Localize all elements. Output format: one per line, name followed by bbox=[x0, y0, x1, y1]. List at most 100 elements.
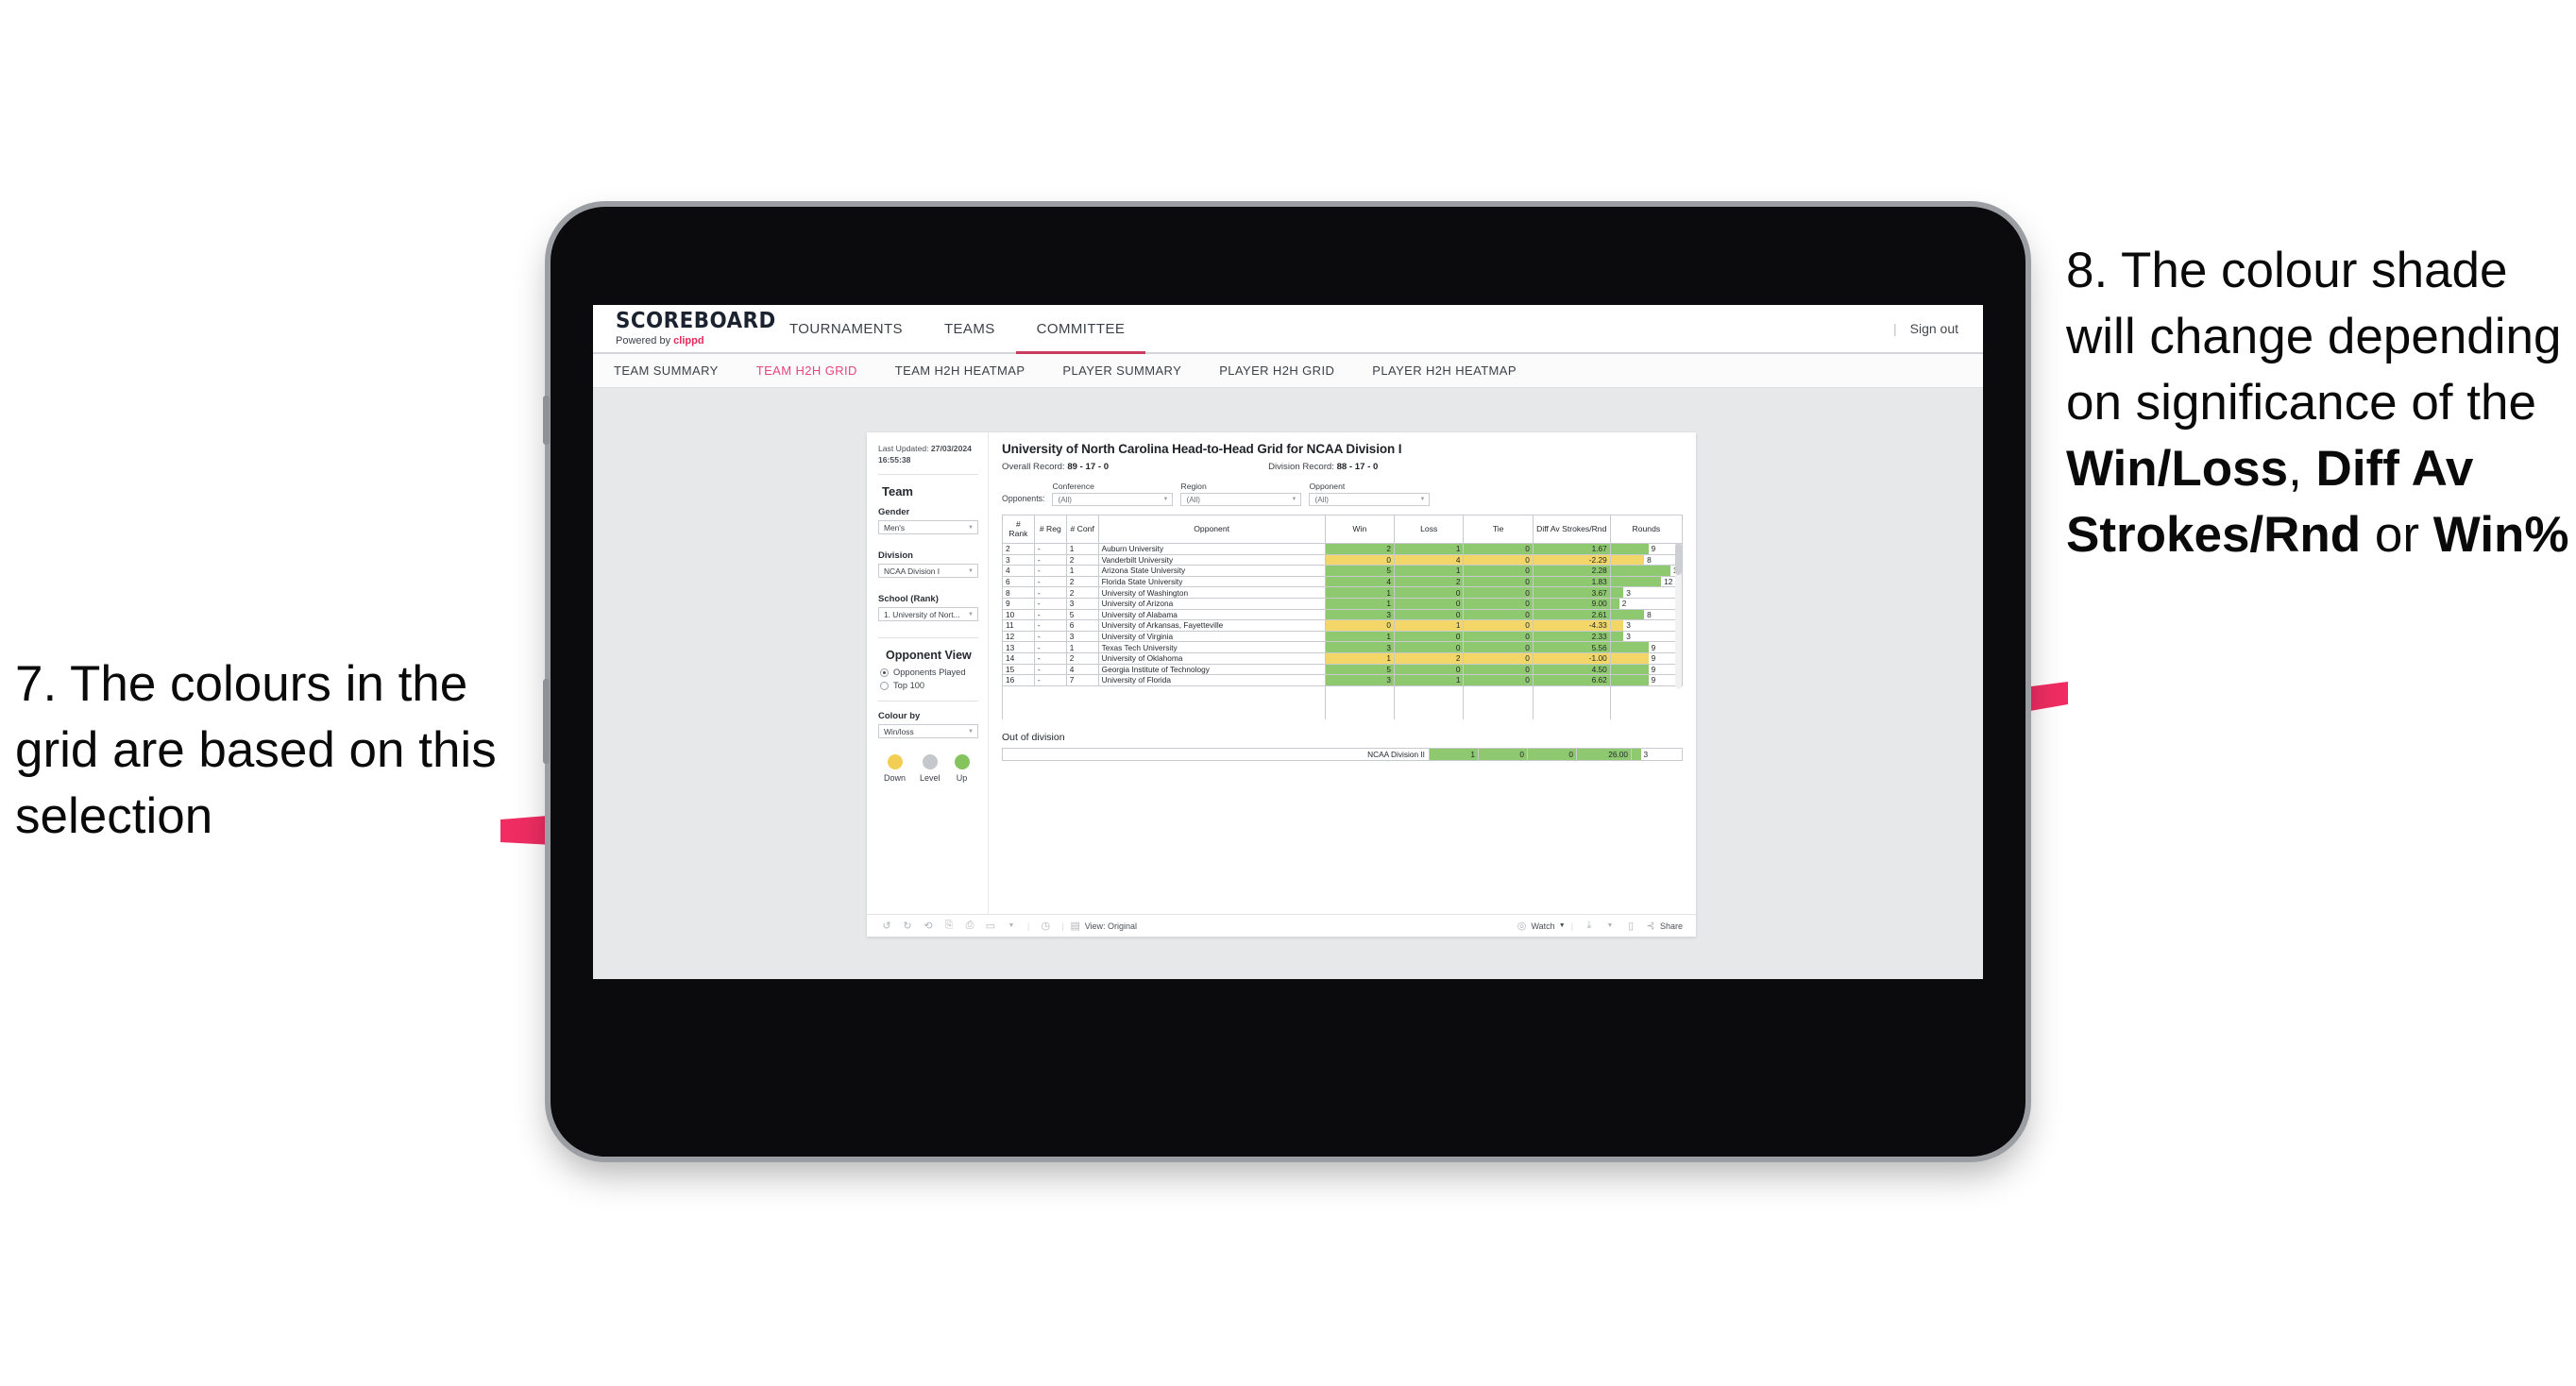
opponent-select[interactable]: (All) ▼ bbox=[1309, 493, 1431, 506]
table-row[interactable]: 10-5 University of Alabama 3 0 0 2.61 8 bbox=[1002, 608, 1684, 621]
table-row[interactable]: 2-1 Auburn University 2 1 0 1.67 9 bbox=[1002, 543, 1684, 555]
toolbar-divider-1: | bbox=[1027, 921, 1030, 931]
legend-label-up: Up bbox=[956, 773, 968, 784]
col-win[interactable]: Win bbox=[1324, 515, 1396, 544]
cell-loss: 1 bbox=[1394, 674, 1465, 686]
opponent-label: Opponent bbox=[1309, 482, 1346, 491]
cell-conf: 2 bbox=[1065, 575, 1099, 588]
cell-rank: 11 bbox=[1002, 619, 1035, 632]
chevron-down-icon[interactable]: ▼ bbox=[1600, 922, 1620, 929]
nav-teams[interactable]: TEAMS bbox=[924, 305, 1016, 352]
pause-updates-icon[interactable]: ⎙ bbox=[959, 920, 980, 932]
share-button[interactable]: ⊰ Share bbox=[1645, 920, 1683, 932]
table-row[interactable]: 16-7 University of Florida 3 1 0 6.62 9 bbox=[1002, 674, 1684, 686]
cell-loss: 0 bbox=[1394, 663, 1465, 676]
cell-opponent: University of Virginia bbox=[1097, 630, 1326, 643]
watch-button[interactable]: ◎ Watch ▼ bbox=[1517, 920, 1566, 932]
table-row[interactable]: 15-4 Georgia Institute of Technology 5 0 0 4.… bbox=[1002, 663, 1684, 676]
colour-by-select[interactable]: Win/loss ▼ bbox=[878, 724, 978, 739]
device-preview-icon[interactable]: ▯ bbox=[1620, 920, 1641, 932]
subnav-player-h2h-grid[interactable]: PLAYER H2H GRID bbox=[1219, 363, 1334, 378]
radio-top-100[interactable]: Top 100 bbox=[880, 681, 978, 690]
col-rounds[interactable]: Rounds bbox=[1609, 515, 1684, 544]
view-original-button[interactable]: ▤ View: Original bbox=[1070, 920, 1137, 932]
rounds-bar-fill bbox=[1610, 609, 1645, 620]
table-row[interactable]: 9-3 University of Arizona 1 0 0 9.00 2 bbox=[1002, 597, 1684, 610]
empty-loss bbox=[1394, 685, 1465, 720]
conference-select[interactable]: (All) ▼ bbox=[1052, 493, 1174, 506]
table-row[interactable]: 8-2 University of Washington 1 0 0 3.67 3 bbox=[1002, 586, 1684, 599]
app-logo[interactable]: SCOREBOARD Powered by clippd bbox=[593, 305, 775, 352]
cell-conf: 2 bbox=[1065, 651, 1099, 665]
download-icon[interactable]: ⤓ bbox=[1579, 920, 1600, 932]
gender-value: Men's bbox=[884, 522, 906, 532]
chevron-down-icon[interactable]: ▼ bbox=[1001, 922, 1022, 929]
subnav-team-h2h-grid[interactable]: TEAM H2H GRID bbox=[756, 363, 857, 378]
cell-conf: 7 bbox=[1065, 674, 1099, 686]
col-loss[interactable]: Loss bbox=[1394, 515, 1465, 544]
rounds-bar-fill bbox=[1610, 554, 1645, 566]
table-vertical-scrollbar[interactable] bbox=[1675, 543, 1682, 689]
colour-by-label: Colour by bbox=[878, 711, 921, 722]
overall-record-value: 89 - 17 - 0 bbox=[1067, 462, 1110, 472]
history-icon[interactable]: ◷ bbox=[1035, 920, 1056, 932]
table-row[interactable]: 11-6 University of Arkansas, Fayetteville… bbox=[1002, 619, 1684, 632]
opponent-filter: Opponent (All) ▼ bbox=[1309, 482, 1431, 506]
last-updated-label: Last Updated: bbox=[878, 444, 929, 453]
refresh-data-icon[interactable]: ⎘ bbox=[939, 920, 959, 932]
h2h-grid-table: # Rank # Reg # Conf Opponent Win Loss Ti… bbox=[1002, 515, 1684, 720]
signout-link[interactable]: Sign out bbox=[1910, 321, 1958, 336]
col-conf[interactable]: # Conf bbox=[1065, 515, 1099, 544]
cell-diff: -2.29 bbox=[1532, 553, 1611, 566]
revert-icon[interactable]: ⟲ bbox=[918, 920, 939, 932]
cell-win: 0 bbox=[1324, 619, 1396, 632]
nav-tournaments[interactable]: TOURNAMENTS bbox=[769, 305, 924, 352]
legend-label-level: Level bbox=[920, 773, 941, 784]
col-tie[interactable]: Tie bbox=[1463, 515, 1534, 544]
col-opponent-label: Opponent bbox=[1194, 523, 1229, 533]
col-reg[interactable]: # Reg bbox=[1033, 515, 1067, 544]
legend-dot-up bbox=[954, 754, 970, 770]
col-rank[interactable]: # Rank bbox=[1002, 515, 1035, 544]
table-row[interactable]: 12-3 University of Virginia 1 0 0 2.33 3 bbox=[1002, 630, 1684, 643]
chevron-down-icon: ▼ bbox=[1419, 497, 1426, 502]
rounds-bar-fill bbox=[1610, 675, 1649, 685]
scrollbar-thumb[interactable] bbox=[1675, 543, 1682, 575]
cell-reg: - bbox=[1033, 553, 1067, 566]
col-loss-label: Loss bbox=[1420, 523, 1438, 533]
gender-select[interactable]: Men's ▼ bbox=[878, 520, 978, 535]
table-row[interactable]: 6-2 Florida State University 4 2 0 1.83 12 bbox=[1002, 575, 1684, 588]
nav-committee[interactable]: COMMITTEE bbox=[1015, 305, 1146, 354]
subnav-team-h2h-heatmap[interactable]: TEAM H2H HEATMAP bbox=[895, 363, 1025, 378]
table-row[interactable]: 13-1 Texas Tech University 3 0 0 5.56 9 bbox=[1002, 641, 1684, 653]
redo-icon[interactable]: ↻ bbox=[897, 920, 918, 932]
out-of-division-body: NCAA Division II 1 0 0 26.00 3 bbox=[1002, 748, 1683, 762]
alerts-icon[interactable]: ▭ bbox=[980, 920, 1001, 932]
rounds-bar: 9 bbox=[1610, 642, 1682, 652]
annotation-right-p4: or bbox=[2361, 506, 2433, 563]
region-select[interactable]: (All) ▼ bbox=[1180, 493, 1302, 506]
table-row[interactable]: 4-1Arizona State University5102.2817 bbox=[1002, 565, 1684, 577]
cell-rank: 6 bbox=[1002, 575, 1035, 588]
subnav-team-summary[interactable]: TEAM SUMMARY bbox=[614, 363, 719, 378]
annotation-right-p5: Win% bbox=[2432, 506, 2569, 563]
cell-conf: 1 bbox=[1065, 641, 1099, 653]
table-row[interactable]: 3-2 Vanderbilt University 0 4 0 -2.29 8 bbox=[1002, 553, 1684, 566]
undo-icon[interactable]: ↺ bbox=[876, 920, 897, 932]
cell-diff: 2.33 bbox=[1532, 630, 1611, 643]
cell-opponent: Arizona State University bbox=[1097, 565, 1326, 577]
division-select[interactable]: NCAA Division I ▼ bbox=[878, 564, 978, 579]
subnav-player-summary[interactable]: PLAYER SUMMARY bbox=[1062, 363, 1181, 378]
out-of-division-row[interactable]: NCAA Division II 1 0 0 26.00 3 bbox=[1002, 748, 1683, 762]
subnav-player-h2h-heatmap[interactable]: PLAYER H2H HEATMAP bbox=[1372, 363, 1517, 378]
radio-opponents-played[interactable]: Opponents Played bbox=[880, 668, 978, 677]
col-diff[interactable]: Diff Av Strokes/Rnd bbox=[1532, 515, 1611, 544]
school-rank-select[interactable]: 1. University of Nort... ▼ bbox=[878, 607, 978, 622]
table-row[interactable]: 14-2 University of Oklahoma 1 2 0 -1.00 9 bbox=[1002, 651, 1684, 665]
table-header-row: # Rank # Reg # Conf Opponent Win Loss Ti… bbox=[1002, 515, 1684, 544]
col-opponent[interactable]: Opponent bbox=[1097, 515, 1326, 544]
rounds-bar: 2 bbox=[1610, 598, 1682, 609]
rounds-bar: 8 bbox=[1610, 554, 1682, 566]
cell-reg: - bbox=[1033, 651, 1067, 665]
watch-label: Watch bbox=[1531, 921, 1555, 931]
